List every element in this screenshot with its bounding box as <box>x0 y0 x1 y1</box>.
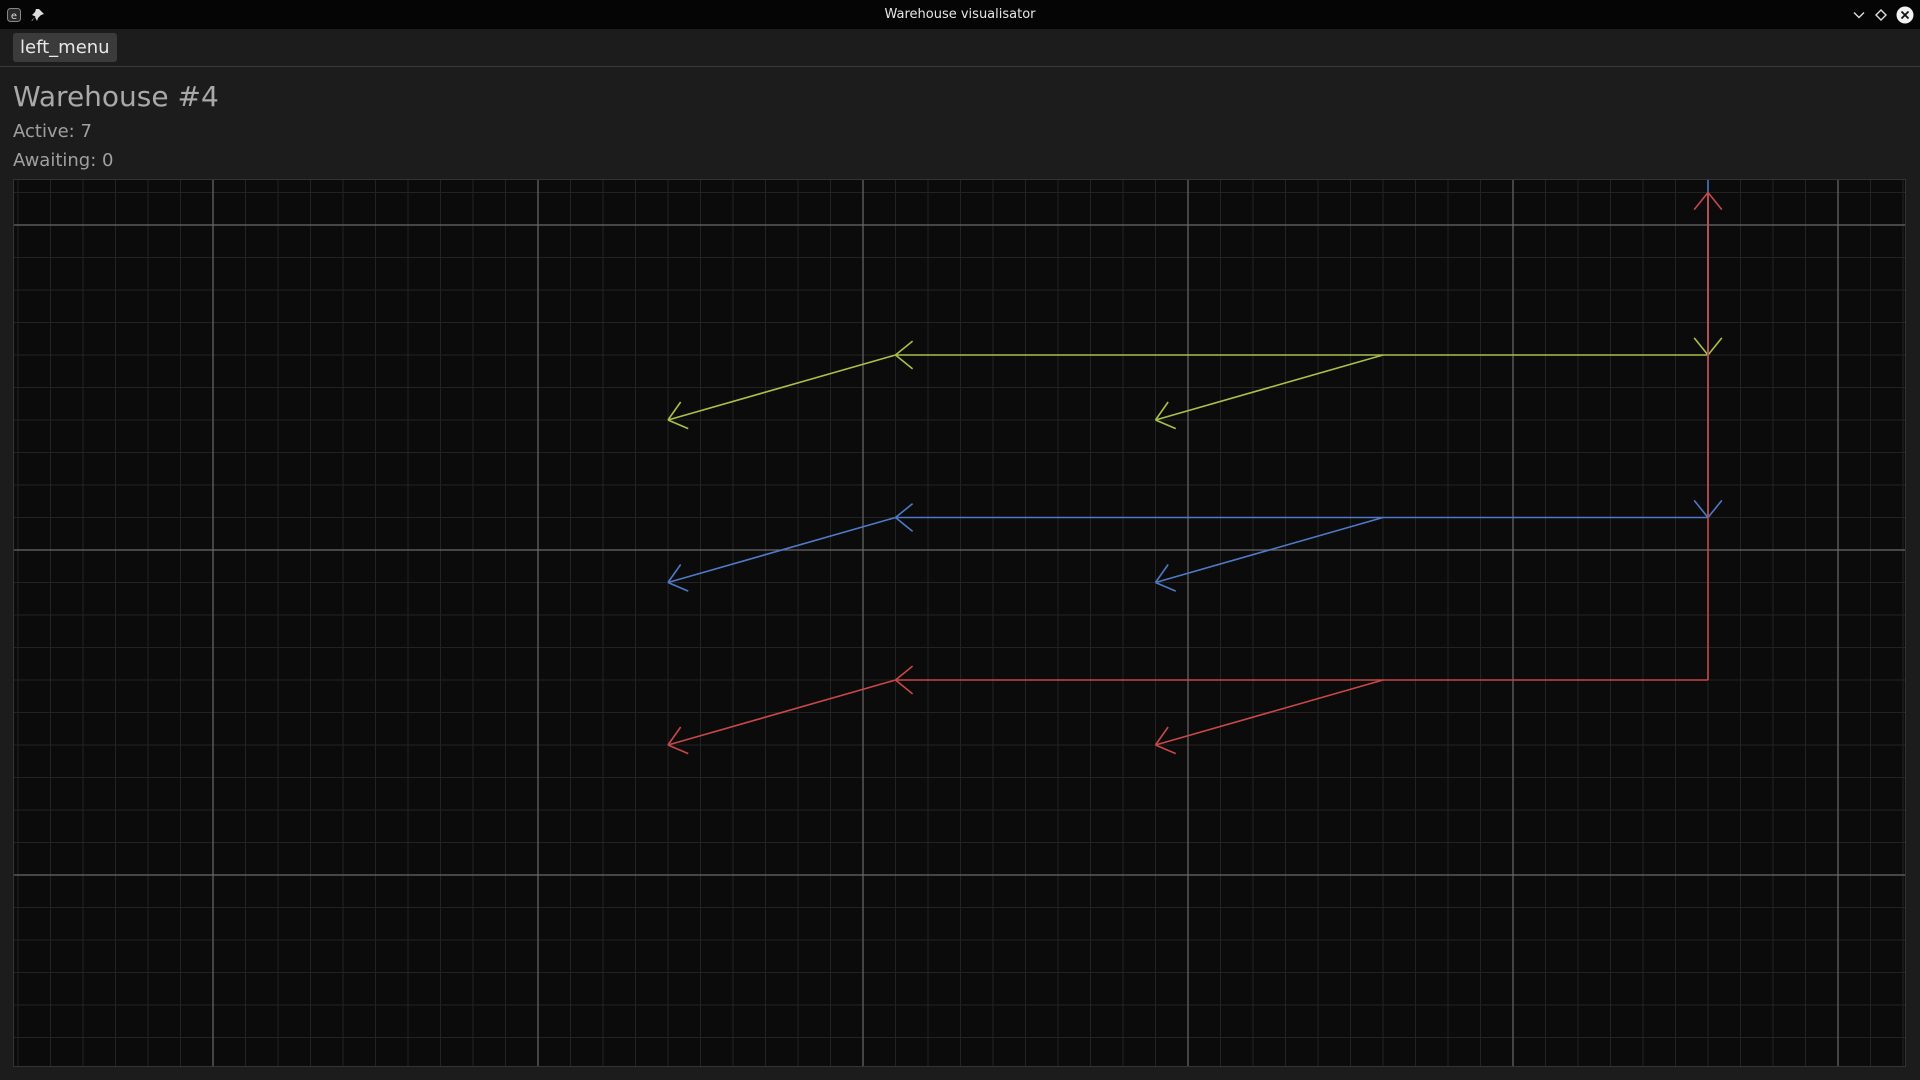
route-arrowhead <box>1693 191 1709 211</box>
awaiting-count: Awaiting: 0 <box>13 150 114 171</box>
route-arrowhead <box>894 665 914 681</box>
route-arrowhead <box>894 516 914 532</box>
left-menu-button[interactable]: left_menu <box>13 33 117 62</box>
route-arrowhead <box>1707 337 1723 356</box>
route-arrowhead <box>667 581 689 592</box>
window-titlebar: e Warehouse visualisator <box>0 0 1920 29</box>
route-arrowhead <box>1693 337 1709 356</box>
route-arrowhead <box>894 679 914 695</box>
route-arrowhead <box>1707 191 1723 211</box>
route-arrowhead <box>667 744 689 755</box>
window-title: Warehouse visualisator <box>884 7 1036 22</box>
menu-bar: left_menu <box>0 29 1920 67</box>
active-count: Active: 7 <box>13 121 92 142</box>
close-icon[interactable] <box>1895 0 1915 29</box>
route-arrowhead <box>1693 499 1709 519</box>
diamond-icon[interactable] <box>1873 0 1889 29</box>
warehouse-grid[interactable] <box>14 180 1905 1066</box>
route-arrowhead <box>1155 419 1177 430</box>
route-arrowhead <box>894 340 914 356</box>
route-arrowhead <box>667 419 689 430</box>
warehouse-canvas[interactable] <box>13 179 1906 1067</box>
route-arrowhead <box>1707 499 1723 519</box>
chevron-down-icon[interactable] <box>1851 0 1867 29</box>
route-arrowhead <box>894 503 914 519</box>
route-arrowhead <box>1155 744 1177 755</box>
route-arrowhead <box>894 354 914 370</box>
warehouse-title: Warehouse #4 <box>13 80 219 113</box>
route-arrowhead <box>1155 581 1177 592</box>
